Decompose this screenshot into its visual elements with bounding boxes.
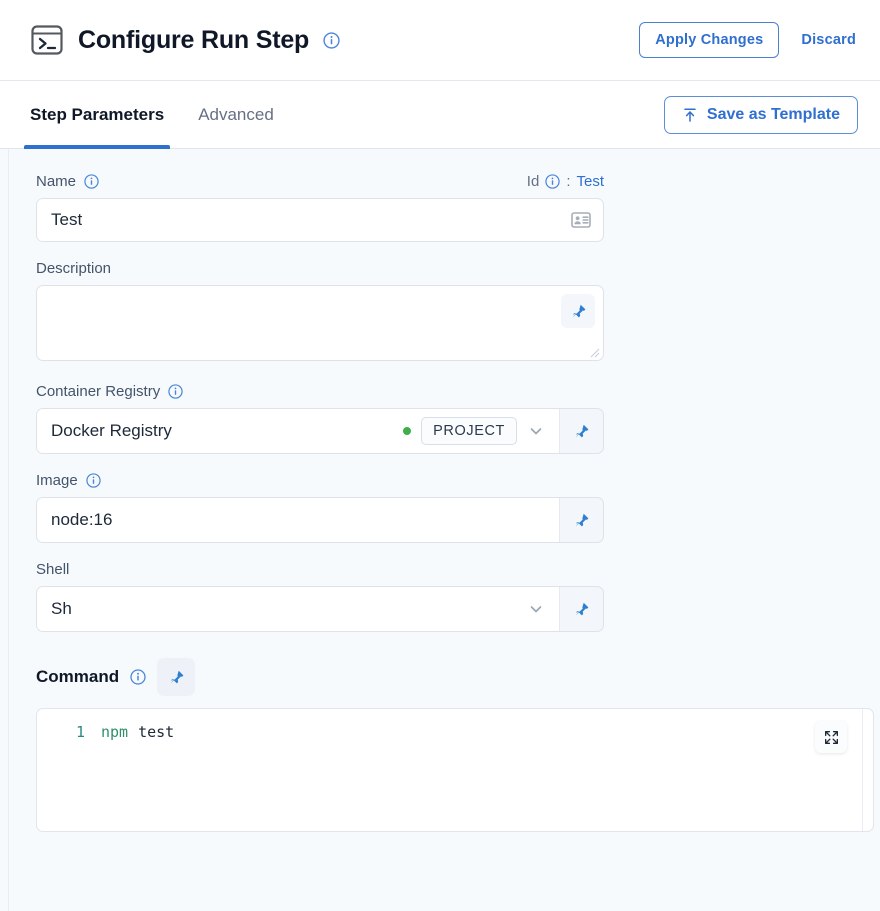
editor-scrollbar[interactable] [862, 709, 863, 831]
terminal-icon [30, 24, 64, 56]
discard-button[interactable]: Discard [801, 32, 856, 48]
chevron-down-icon[interactable] [527, 422, 545, 440]
save-as-template-label: Save as Template [706, 105, 840, 123]
name-input-value: Test [51, 210, 83, 229]
command-label-row: Command [36, 658, 860, 696]
field-name: Name Id: Test Test [36, 173, 860, 242]
header-actions: Apply Changes Discard [639, 22, 856, 58]
scope-badge: PROJECT [421, 417, 517, 445]
field-description: Description [36, 260, 860, 361]
expand-icon[interactable] [815, 721, 847, 753]
container-registry-info-icon[interactable] [168, 384, 183, 399]
left-rail-divider [8, 149, 9, 911]
title-info-icon[interactable] [323, 31, 340, 49]
field-shell: Shell Sh [36, 561, 860, 632]
tab-list: Step Parameters Advanced [23, 81, 664, 149]
shell-select[interactable]: Sh [37, 587, 559, 631]
field-command: Command 1 npm test [36, 658, 874, 832]
code-line: 1 npm test [37, 709, 873, 741]
name-input-wrap[interactable]: Test [36, 198, 604, 242]
step-id-info-icon[interactable] [545, 174, 560, 189]
description-pin-icon[interactable] [561, 294, 595, 328]
container-registry-pin-icon[interactable] [559, 409, 603, 453]
name-label: Name [36, 173, 77, 190]
description-label: Description [36, 260, 112, 277]
apply-changes-button[interactable]: Apply Changes [639, 22, 780, 58]
container-registry-select-wrap[interactable]: Docker Registry PROJECT [36, 408, 604, 454]
tab-bar: Step Parameters Advanced Save as Templat… [0, 81, 880, 149]
container-registry-value: Docker Registry [51, 421, 172, 440]
resize-grip-icon[interactable] [589, 347, 600, 358]
field-image: Image node:16 [36, 472, 860, 543]
image-input-wrap[interactable]: node:16 [36, 497, 604, 543]
header-left: Configure Run Step [30, 24, 639, 56]
green-status-dot [403, 427, 412, 435]
step-id-value[interactable]: Test [576, 173, 604, 190]
tab-advanced[interactable]: Advanced [198, 81, 274, 148]
step-id-display: Id : Test [527, 173, 604, 190]
tab-step-parameters-label: Step Parameters [30, 104, 165, 124]
code-token-command: npm [101, 723, 129, 741]
shell-label: Shell [36, 561, 70, 578]
image-input-value: node:16 [51, 510, 113, 529]
container-registry-select[interactable]: Docker Registry PROJECT [37, 409, 559, 453]
name-input[interactable]: Test [37, 199, 559, 241]
upload-icon [682, 107, 698, 123]
shell-select-wrap[interactable]: Sh [36, 586, 604, 632]
step-id-separator: : [566, 173, 571, 190]
command-info-icon[interactable] [130, 669, 146, 685]
page-title: Configure Run Step [78, 25, 310, 54]
image-info-icon[interactable] [86, 473, 101, 488]
save-as-template-button[interactable]: Save as Template [663, 95, 858, 134]
form-fields: Name Id: Test Test Description Containe… [0, 173, 880, 832]
image-label: Image [36, 472, 78, 489]
command-pin-icon[interactable] [157, 658, 196, 696]
step-id-label: Id [526, 173, 540, 190]
shell-pin-icon[interactable] [559, 587, 603, 631]
tab-step-parameters[interactable]: Step Parameters [23, 81, 171, 149]
description-label-row: Description [36, 260, 604, 277]
contact-card-icon[interactable] [559, 199, 603, 241]
name-label-row: Name Id: Test [36, 173, 604, 190]
panel-header: Configure Run Step Apply Changes Discard [0, 0, 880, 81]
name-info-icon[interactable] [84, 174, 99, 189]
field-container-registry: Container Registry Docker Registry PROJE… [36, 383, 860, 454]
tab-advanced-label: Advanced [198, 104, 274, 124]
description-textarea[interactable] [36, 285, 604, 361]
code-token-argument: test [138, 723, 175, 741]
configure-run-step-panel: Configure Run Step Apply Changes Discard… [0, 0, 880, 911]
container-registry-label: Container Registry [36, 383, 161, 400]
shell-chevron-down-icon[interactable] [527, 600, 545, 618]
image-pin-icon[interactable] [559, 498, 603, 542]
shell-label-row: Shell [36, 561, 604, 578]
image-input[interactable]: node:16 [37, 498, 559, 542]
command-label: Command [36, 667, 120, 686]
line-number: 1 [75, 723, 85, 741]
command-code-editor[interactable]: 1 npm test [36, 708, 874, 832]
image-label-row: Image [36, 472, 604, 489]
container-registry-label-row: Container Registry [36, 383, 604, 400]
form-body: Name Id: Test Test Description Containe… [0, 149, 880, 911]
shell-value: Sh [51, 599, 72, 618]
